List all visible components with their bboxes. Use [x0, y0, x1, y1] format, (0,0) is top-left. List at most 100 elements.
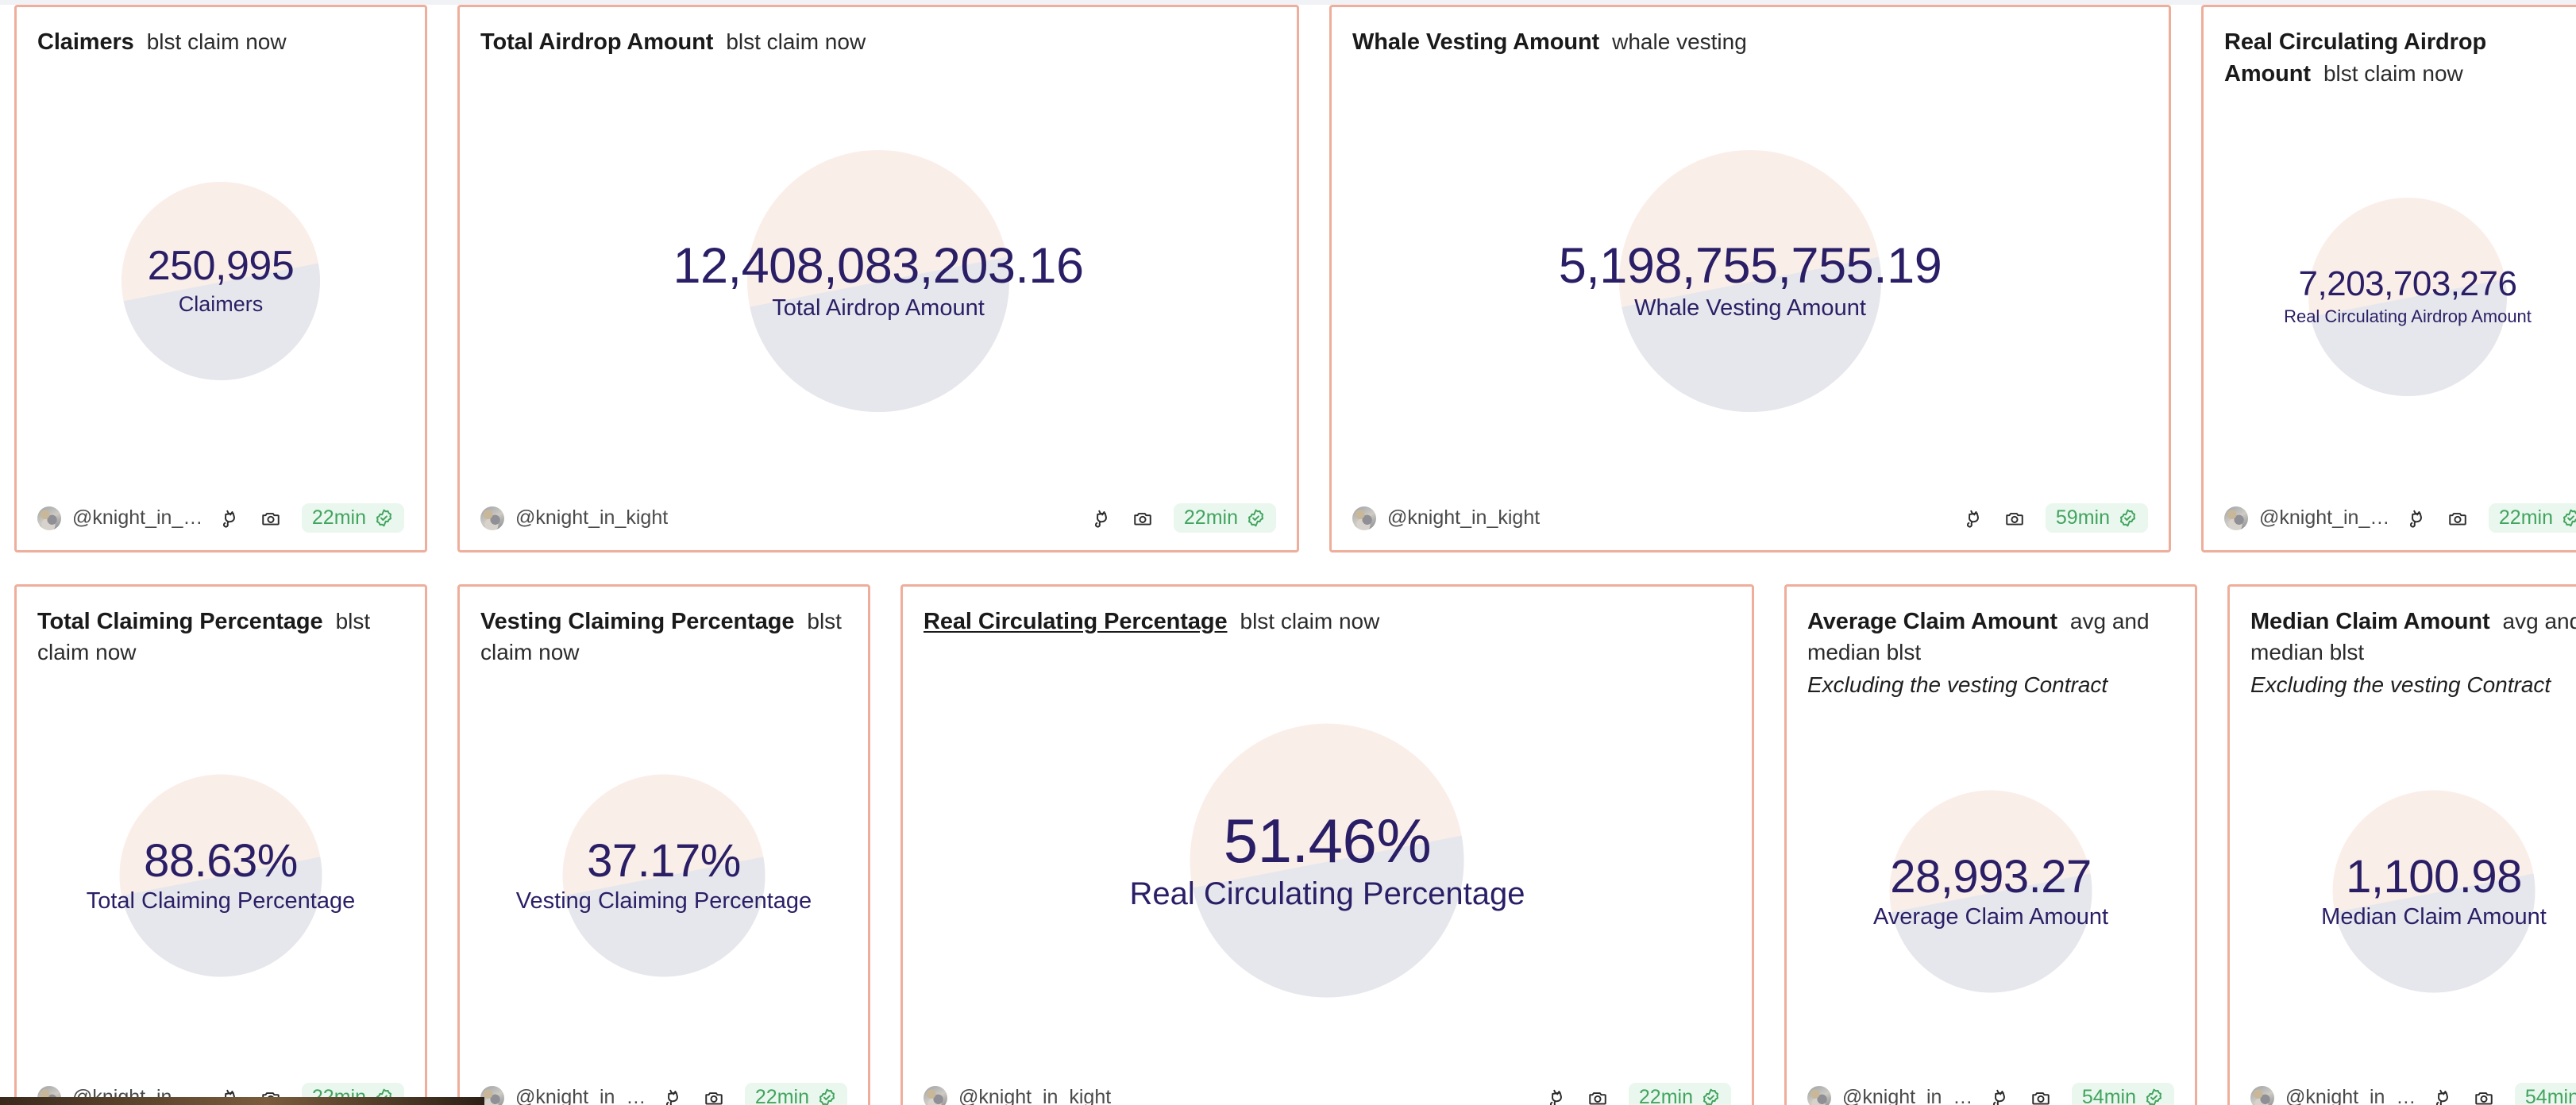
metric-label: Whale Vesting Amount — [1634, 295, 1866, 321]
card-footer: @knight_in_kight 22min — [903, 1083, 1752, 1105]
card-note: Excluding the vesting Contract — [2250, 672, 2551, 697]
card-subtitle: blst claim now — [1240, 609, 1380, 633]
footer-actions: 22min — [219, 503, 404, 533]
refresh-time-badge[interactable]: 54min — [2514, 1083, 2576, 1105]
metric-label: Average Claim Amount — [1872, 904, 2109, 930]
metric-visual: 88.63% Total Claiming Percentage — [86, 774, 356, 977]
metric-value: 12,408,083,203.16 — [673, 237, 1084, 294]
refresh-time-label: 22min — [311, 506, 366, 529]
metric-text: 51.46% Real Circulating Percentage — [1129, 807, 1525, 913]
avatar — [2250, 1085, 2274, 1105]
card-title[interactable]: Average Claim Amount — [1807, 609, 2057, 634]
author-handle[interactable]: @knight_in_kight — [2285, 1086, 2423, 1105]
plug-icon[interactable] — [1963, 508, 1984, 529]
author-handle[interactable]: @knight_in_kight — [515, 1086, 653, 1105]
author-handle[interactable]: @knight_in_kight — [2259, 506, 2397, 529]
author-handle[interactable]: @knight_in_kight — [515, 506, 668, 529]
footer-author: @knight_in_kight — [2224, 506, 2397, 530]
refresh-time-badge[interactable]: 22min — [301, 503, 404, 533]
bottom-chrome-sliver — [0, 1097, 484, 1105]
footer-author: @knight_in_kight — [924, 1085, 1111, 1105]
metric-label: Claimers — [178, 291, 264, 316]
card-header: Average Claim Amount avg and median blst E… — [1787, 587, 2195, 700]
card-footer: @knight_in_kight 22min — [460, 503, 1297, 550]
refresh-time-label: 22min — [1638, 1086, 1693, 1105]
metric-text: 7,203,703,276 Real Circulating Airdrop Am… — [2284, 266, 2532, 327]
card-title[interactable]: Claimers — [37, 29, 134, 55]
refresh-time-label: 22min — [2498, 506, 2553, 529]
card-title[interactable]: Total Airdrop Amount — [480, 29, 713, 55]
verified-check-icon — [2144, 1088, 2164, 1105]
plug-icon[interactable] — [219, 508, 240, 529]
refresh-time-label: 54min — [2081, 1086, 2136, 1105]
metric-card-total-claiming-percentage: Total Claiming Percentage blst claim now 8… — [14, 584, 427, 1105]
card-header: Real Circulating Airdrop Amount blst clai… — [2204, 7, 2576, 90]
verified-check-icon — [1701, 1088, 1721, 1105]
refresh-time-badge[interactable]: 22min — [744, 1083, 847, 1105]
metric-text: 28,993.27 Average Claim Amount — [1872, 852, 2109, 930]
camera-icon[interactable] — [2474, 1088, 2494, 1105]
footer-author: @knight_in_kight — [2250, 1085, 2423, 1105]
camera-icon[interactable] — [2447, 508, 2468, 529]
refresh-time-label: 59min — [2055, 506, 2110, 529]
verified-check-icon — [2118, 508, 2138, 528]
footer-actions: 22min — [1546, 1083, 1731, 1105]
author-handle[interactable]: @knight_in_kight — [72, 506, 210, 529]
refresh-time-badge[interactable]: 22min — [1173, 503, 1276, 533]
metric-value: 1,100.98 — [2346, 850, 2522, 903]
verified-check-icon — [1246, 508, 1266, 528]
metric-label: Total Claiming Percentage — [86, 888, 356, 914]
camera-icon[interactable] — [2004, 508, 2025, 529]
metric-visual: 7,203,703,276 Real Circulating Airdrop Am… — [2284, 197, 2532, 396]
plug-icon[interactable] — [2406, 508, 2427, 529]
author-handle[interactable]: @knight_in_kight — [958, 1086, 1111, 1105]
dashboard-page: Claimers blst claim now 250,995 Claimers @kn… — [0, 0, 2576, 1105]
plug-icon[interactable] — [2432, 1088, 2453, 1105]
footer-actions: 54min — [2432, 1083, 2576, 1105]
metric-visual: 12,408,083,203.16 Total Airdrop Amount — [673, 149, 1084, 412]
metric-label: Real Circulating Percentage — [1129, 876, 1525, 912]
card-body: 37.17% Vesting Claiming Percentage — [460, 668, 868, 1083]
card-title[interactable]: Median Claim Amount — [2250, 609, 2490, 634]
footer-author: @knight_in_kight — [1352, 506, 1540, 530]
footer-actions: 22min — [2406, 503, 2576, 533]
camera-icon[interactable] — [2030, 1088, 2051, 1105]
card-title[interactable]: Real Circulating Percentage — [924, 609, 1228, 634]
metric-text: 250,995 Claimers — [148, 244, 295, 316]
metric-text: 37.17% Vesting Claiming Percentage — [516, 836, 812, 914]
camera-icon[interactable] — [1587, 1088, 1608, 1105]
refresh-time-badge[interactable]: 22min — [1628, 1083, 1731, 1105]
plug-icon[interactable] — [1989, 1088, 2010, 1105]
card-title[interactable]: Total Claiming Percentage — [37, 609, 323, 634]
metric-visual: 51.46% Real Circulating Percentage — [1129, 723, 1525, 997]
plug-icon[interactable] — [1546, 1088, 1567, 1105]
plug-icon[interactable] — [662, 1088, 683, 1105]
camera-icon[interactable] — [1132, 508, 1153, 529]
plug-icon[interactable] — [1091, 508, 1112, 529]
card-title[interactable]: Whale Vesting Amount — [1352, 29, 1599, 55]
card-footer: @knight_in_kight 22min — [17, 503, 425, 550]
metric-visual: 5,198,755,755.19 Whale Vesting Amount — [1558, 149, 1942, 412]
author-handle[interactable]: @knight_in_kight — [1387, 506, 1540, 529]
verified-check-icon — [2561, 508, 2576, 528]
author-handle[interactable]: @knight_in_kight — [1842, 1086, 1980, 1105]
card-footer: @knight_in_kight 54min — [1787, 1083, 2195, 1105]
verified-check-icon — [374, 508, 394, 528]
metric-card-median-claim-amount: Median Claim Amount avg and median blst Ex… — [2227, 584, 2576, 1105]
metric-card-total-airdrop-amount: Total Airdrop Amount blst claim now 12,408… — [457, 5, 1299, 552]
card-body: 1,100.98 Median Claim Amount — [2230, 700, 2576, 1083]
camera-icon[interactable] — [704, 1088, 724, 1105]
refresh-time-badge[interactable]: 22min — [2488, 503, 2576, 533]
card-header: Whale Vesting Amount whale vesting — [1332, 7, 2169, 58]
refresh-time-label: 22min — [1183, 506, 1238, 529]
card-title[interactable]: Vesting Claiming Percentage — [480, 609, 794, 634]
metric-value: 5,198,755,755.19 — [1558, 237, 1942, 294]
refresh-time-badge[interactable]: 59min — [2045, 503, 2148, 533]
footer-author: @knight_in_kight — [37, 506, 210, 530]
refresh-time-badge[interactable]: 54min — [2071, 1083, 2174, 1105]
avatar — [2224, 506, 2248, 530]
card-body: 28,993.27 Average Claim Amount — [1787, 700, 2195, 1083]
card-body: 5,198,755,755.19 Whale Vesting Amount — [1332, 58, 2169, 503]
camera-icon[interactable] — [260, 508, 281, 529]
refresh-time-label: 54min — [2524, 1086, 2576, 1105]
